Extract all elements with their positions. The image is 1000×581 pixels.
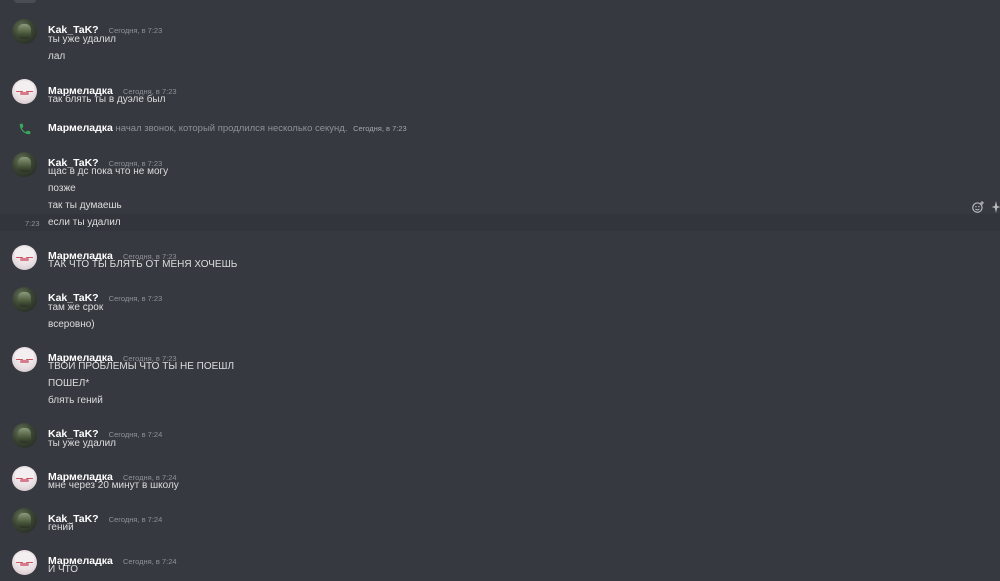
message-text: щас в дс пока что не могу (48, 166, 169, 177)
message-header: Kak_TaK? Сегодня, в 7:23 (48, 18, 163, 36)
avatar[interactable] (12, 550, 37, 575)
avatar[interactable] (12, 423, 37, 448)
avatar[interactable] (12, 79, 37, 104)
add-reaction-icon[interactable] (971, 200, 985, 214)
username[interactable]: Мармеладка (48, 122, 113, 134)
message-header: Мармеладка Сегодня, в 7:24 (48, 465, 177, 483)
message-header: Мармеладка Сегодня, в 7:23 (48, 244, 177, 262)
phone-icon (19, 123, 31, 135)
message-text: ТВОИ ПРОБЛЕМЫ ЧТО ТЫ НЕ ПОЕШЛ (48, 361, 235, 372)
message-text: так блять ты в дуэле был (48, 94, 166, 105)
message-text: там же срок (48, 302, 104, 313)
message-text: ПОШЕЛ* (48, 378, 90, 389)
avatar[interactable] (12, 508, 37, 533)
scrolled-avatar-edge (14, 0, 36, 3)
message-text: ТАК ЧТО ТЫ БЛЯТЬ ОТ МЕНЯ ХОЧЕШЬ (48, 259, 238, 270)
chat-messages: Kak_TaK? Сегодня, в 7:23 ты уже удалил л… (0, 0, 1000, 581)
message-header: Мармеладка Сегодня, в 7:24 (48, 549, 177, 567)
avatar[interactable] (12, 245, 37, 270)
avatar[interactable] (12, 466, 37, 491)
message-header: Kak_TaK? Сегодня, в 7:23 (48, 286, 163, 304)
avatar[interactable] (12, 152, 37, 177)
avatar[interactable] (12, 287, 37, 312)
message-text: блять гений (48, 395, 103, 406)
message-text: лал (48, 51, 66, 62)
message-text: если ты удалил (48, 217, 121, 228)
timestamp: Сегодня, в 7:23 (108, 294, 163, 303)
message-text: так ты думаешь (48, 200, 122, 211)
more-icon[interactable] (991, 200, 1000, 214)
call-text: Мармеладка начал звонок, который продлил… (48, 122, 407, 134)
avatar[interactable] (12, 347, 37, 372)
timestamp: Сегодня, в 7:23 (108, 26, 163, 35)
call-description: начал звонок, который продлился нескольк… (115, 123, 348, 134)
timestamp: Сегодня, в 7:24 (108, 430, 163, 439)
message-text: гений (48, 522, 74, 533)
timestamp: Сегодня, в 7:24 (108, 515, 163, 524)
timestamp: Сегодня, в 7:23 (353, 124, 407, 133)
message-text: И ЧТО (48, 564, 79, 575)
message-text: ты уже удалил (48, 34, 117, 45)
message-header: Мармеладка Сегодня, в 7:23 (48, 346, 177, 364)
avatar[interactable] (12, 19, 37, 44)
hover-timestamp: 7:23 (25, 219, 40, 228)
message-text: мне через 20 минут в школу (48, 480, 179, 491)
message-header: Мармеладка Сегодня, в 7:23 (48, 79, 177, 97)
message-text: всеровно) (48, 319, 95, 330)
hovered-message-row[interactable] (0, 214, 1000, 231)
message-header: Kak_TaK? Сегодня, в 7:24 (48, 507, 163, 525)
message-text: позже (48, 183, 76, 194)
message-header: Kak_TaK? Сегодня, в 7:23 (48, 151, 162, 169)
call-system-message: Мармеладка начал звонок, который продлил… (0, 120, 1000, 138)
message-text: ты уже удалил (48, 438, 117, 449)
message-header: Kak_TaK? Сегодня, в 7:24 (48, 422, 163, 440)
timestamp: Сегодня, в 7:24 (122, 557, 177, 566)
